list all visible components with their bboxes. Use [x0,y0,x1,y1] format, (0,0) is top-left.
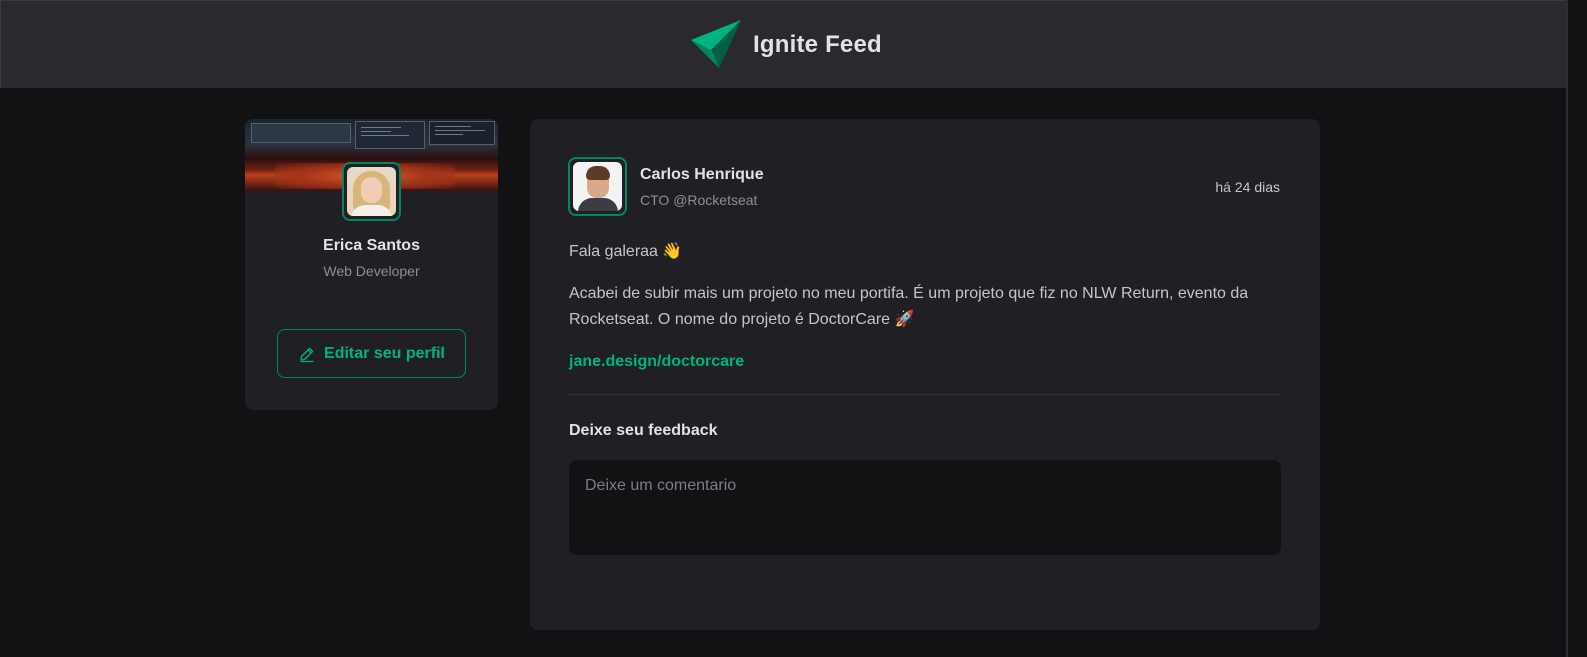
ignite-logo-icon [691,20,741,68]
post-time[interactable]: há 24 dias [1215,179,1280,195]
profile-avatar-image [347,167,396,216]
profile-avatar[interactable] [342,162,401,221]
comment-input[interactable] [569,460,1281,555]
edit-profile-label: Editar seu perfil [324,344,445,362]
feedback-title: Deixe seu feedback [569,422,718,439]
profile-sidebar: Erica Santos Web Developer Editar seu pe… [245,119,498,410]
app-window: Ignite Feed Erica Santos Web Developer E… [0,0,1587,657]
edit-profile-button[interactable]: Editar seu perfil [277,329,466,378]
app-header: Ignite Feed [0,0,1587,88]
app-title: Ignite Feed [753,31,882,58]
profile-name: Erica Santos [323,237,420,254]
post-paragraph: Acabei de subir mais um projeto no meu p… [569,285,1249,328]
post-paragraph: Fala galeraa 👋 [569,243,683,260]
post-card: Carlos Henrique CTO @Rocketseat há 24 di… [530,119,1320,630]
profile-role: Web Developer [323,263,420,279]
brand[interactable]: Ignite Feed [689,20,882,70]
pencil-icon [300,347,314,362]
scrollbar-track[interactable] [1566,0,1587,657]
post-content: Fala galeraa 👋 Acabei de subir mais um p… [569,239,1281,375]
divider [569,394,1281,395]
author-avatar-image [573,162,622,211]
post-link[interactable]: jane.design/doctorcare [569,353,744,370]
author-name: Carlos Henrique [640,166,764,183]
author-role: CTO @Rocketseat [640,192,758,208]
author-avatar[interactable] [568,157,627,216]
